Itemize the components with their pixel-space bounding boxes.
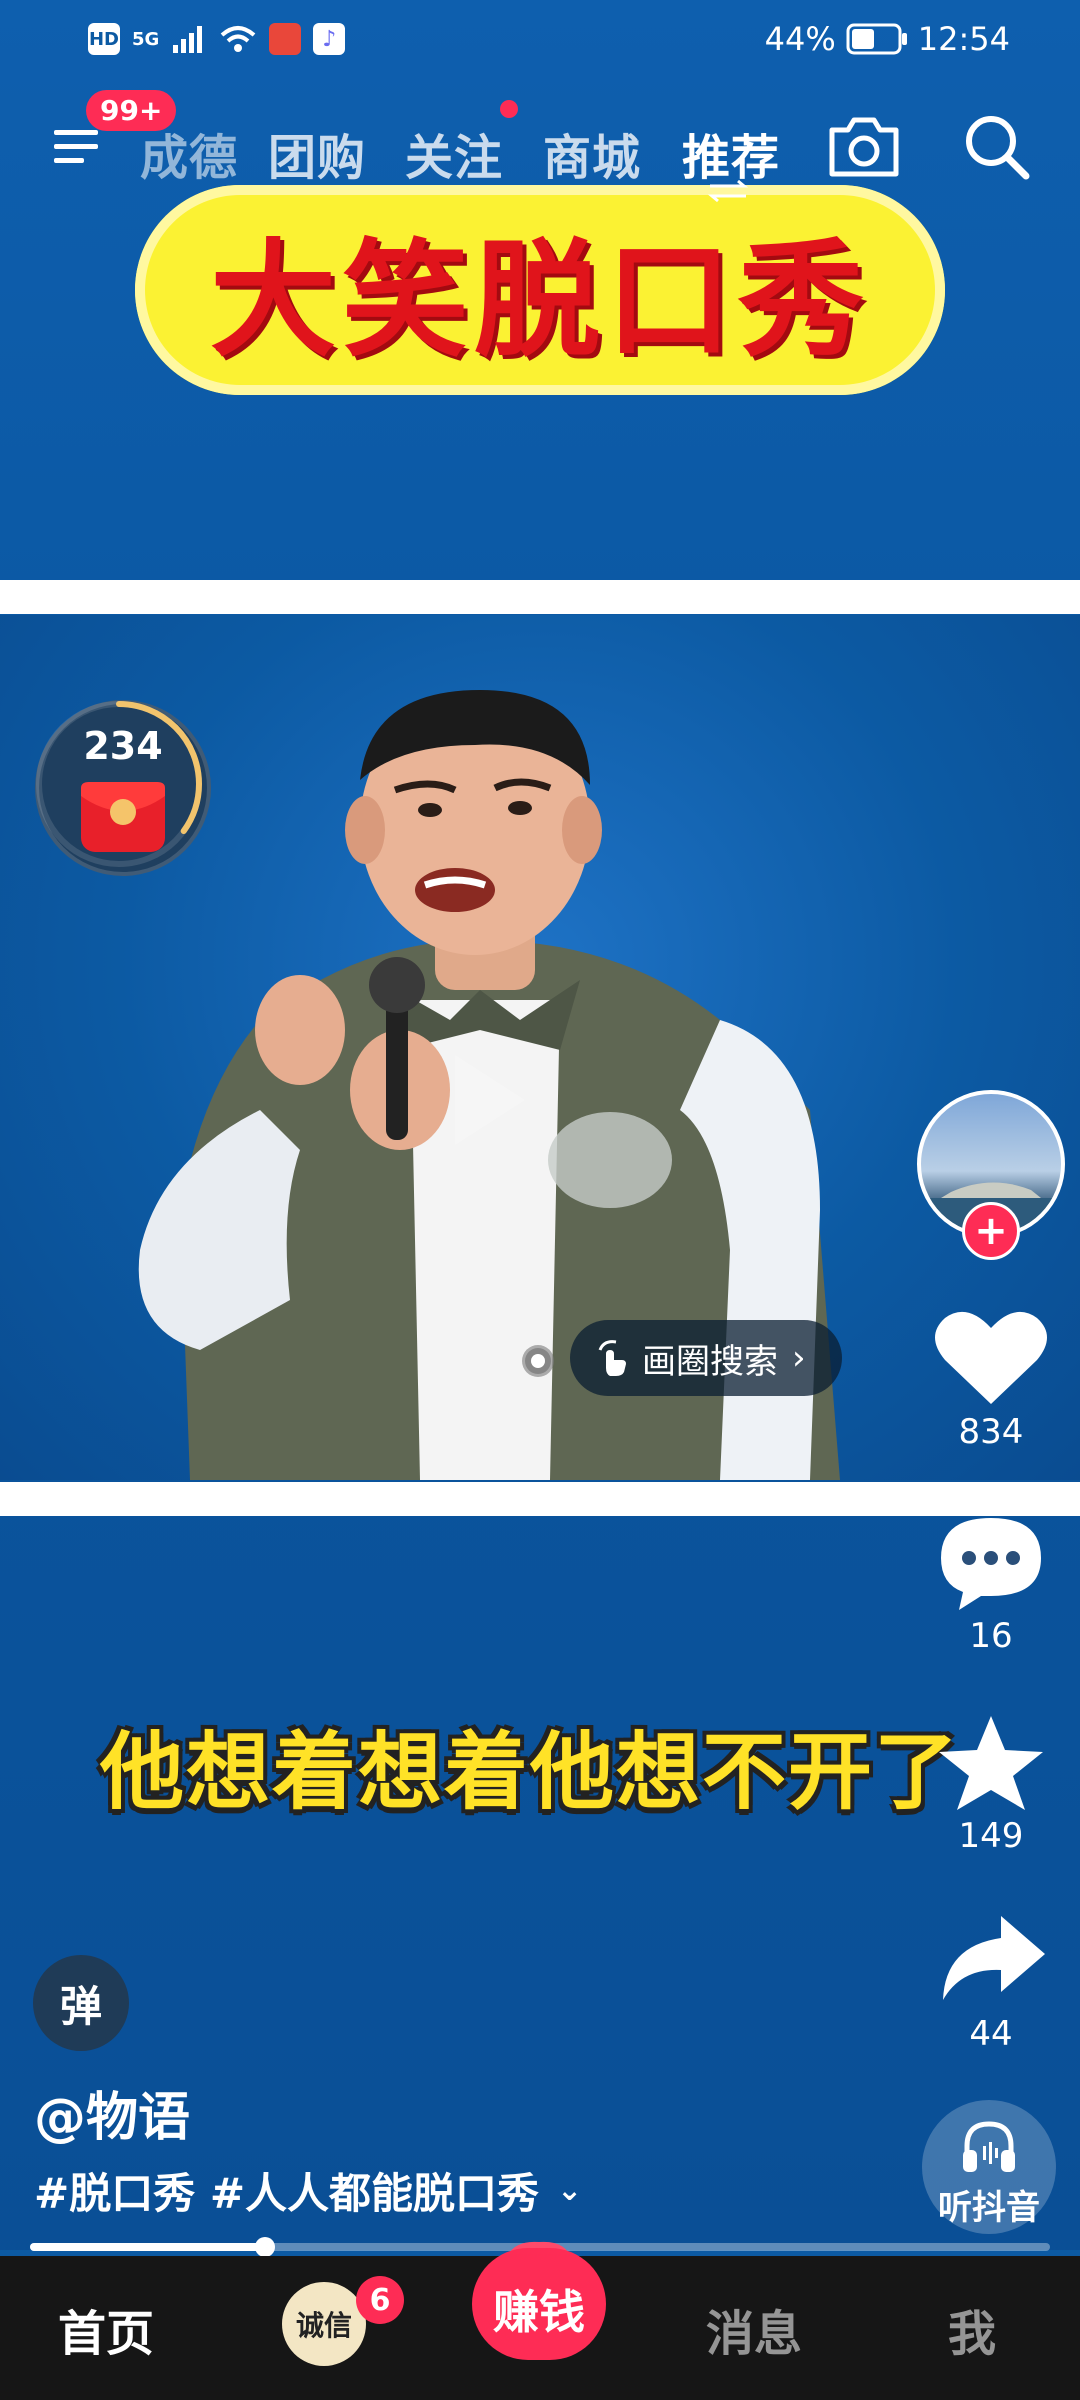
tab-home[interactable]: 首页 [58, 2294, 154, 2364]
tab-local[interactable]: 成德 [140, 118, 238, 188]
post-description[interactable]: #脱口秀 #人人都能脱口秀 ⌄ [34, 2160, 582, 2221]
signal-icon [173, 26, 203, 53]
comment-count: 16 [969, 1616, 1013, 1656]
author-name[interactable]: @物语 [34, 2075, 190, 2150]
following-dot-indicator [500, 100, 518, 118]
favorite-button[interactable]: 149 [931, 1712, 1051, 1856]
battery-percent: 44% [764, 20, 836, 58]
tab-group-buy[interactable]: 团购 [268, 118, 366, 188]
search-icon [966, 116, 1030, 180]
like-count: 834 [958, 1412, 1024, 1452]
headphones-icon [963, 2121, 1015, 2172]
comment-icon [941, 1518, 1041, 1610]
share-count: 44 [969, 2014, 1013, 2054]
battery-icon [846, 23, 907, 55]
switch-arrows-icon [707, 179, 749, 203]
wifi-icon [220, 26, 256, 52]
listen-douyin-button[interactable]: 听抖音 [922, 2100, 1056, 2234]
danmu-label: 弹 [59, 1981, 102, 2031]
frame-divider-top [0, 580, 1080, 614]
frame-divider-bottom [0, 1482, 1080, 1516]
listen-douyin-label: 听抖音 [938, 2188, 1040, 2228]
follow-plus-button[interactable]: + [962, 1202, 1020, 1260]
comment-button[interactable]: 16 [931, 1512, 1051, 1656]
video-progress-fill [30, 2243, 265, 2251]
tab-me[interactable]: 我 [948, 2294, 996, 2364]
network-type-label: 5G [132, 28, 160, 50]
like-button[interactable]: 834 [931, 1308, 1051, 1452]
tab-following[interactable]: 关注 [405, 118, 503, 188]
red-envelope-icon [81, 782, 165, 852]
camera-icon [829, 117, 899, 177]
clock: 12:54 [917, 20, 1010, 58]
video-subtitle: 他想着想着他想不开了 [100, 1723, 961, 1821]
chevron-down-icon[interactable]: ⌄ [557, 2173, 582, 2208]
status-bar-left: HD 5G ♪ [88, 18, 346, 60]
friend-avatar[interactable]: 诚信 [282, 2282, 366, 2366]
hd-icon: HD [88, 23, 120, 55]
red-envelope-timer[interactable]: 234 [35, 700, 211, 876]
friend-avatar-text: 诚信 [295, 2309, 352, 2342]
search-button[interactable] [962, 112, 1032, 182]
heart-icon [935, 1311, 1047, 1404]
earn-money-label: 赚钱 [493, 2285, 585, 2339]
circle-search-label: 画圈搜索 [642, 1341, 778, 1382]
share-button[interactable]: 44 [931, 1910, 1051, 2054]
red-envelope-count: 234 [83, 724, 163, 768]
hand-circle-icon [598, 1340, 626, 1376]
tab-mall[interactable]: 商城 [543, 118, 641, 188]
status-bar-right: 44% 12:54 [765, 18, 1010, 60]
circle-search-button[interactable]: 画圈搜索 › [570, 1320, 842, 1396]
chevron-right-icon: › [792, 1338, 806, 1378]
music-app-icon: ♪ [313, 23, 346, 55]
video-progress-handle[interactable] [254, 2237, 275, 2257]
huawei-store-icon [269, 23, 302, 55]
video-player[interactable]: 大笑脱口秀 234 画圈搜索 › 他想着想着他想不开了 [0, 0, 1080, 2250]
danmu-toggle-button[interactable]: 弹 [33, 1955, 129, 2051]
title-sticker: 大笑脱口秀 [135, 185, 945, 395]
favorite-count: 149 [958, 1816, 1024, 1856]
friend-badge: 6 [356, 2276, 404, 2324]
record-dot [522, 1345, 554, 1377]
hashtags[interactable]: #脱口秀 #人人都能脱口秀 [34, 2160, 539, 2221]
top-navigation: 99+ 成德 团购 关注 商城 推荐 [0, 90, 1080, 203]
title-sticker-text: 大笑脱口秀 [210, 226, 870, 374]
share-arrow-icon [943, 1916, 1045, 2000]
camera-button[interactable] [826, 112, 902, 182]
earn-money-button[interactable]: 赚钱 [472, 2236, 606, 2362]
tab-messages[interactable]: 消息 [706, 2294, 802, 2364]
star-icon [939, 1716, 1043, 1810]
